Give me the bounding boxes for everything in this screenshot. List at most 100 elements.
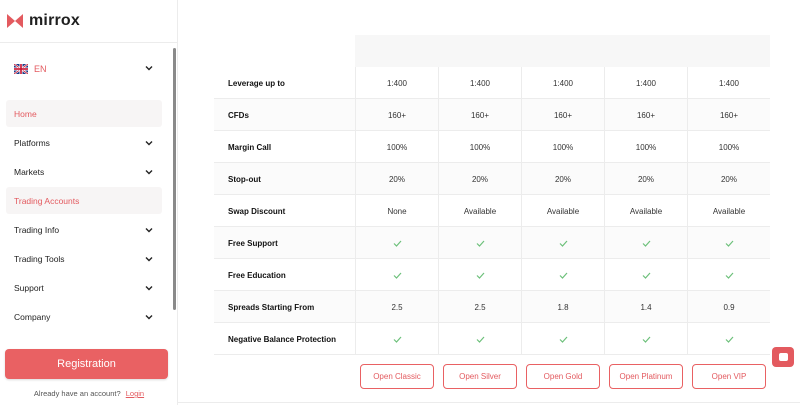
table-header-cell	[355, 35, 438, 67]
login-prompt-text: Already have an account?	[33, 389, 121, 398]
sidebar-item-trading-info[interactable]: Trading Info	[6, 216, 162, 243]
sidebar-item-label: Trading Tools	[14, 253, 65, 264]
chevron-down-icon	[145, 228, 153, 233]
table-header-cell	[687, 35, 770, 67]
table-row: Free Support	[214, 227, 770, 259]
table-cell: Available	[438, 195, 521, 227]
sidebar-item-label: Company	[14, 311, 51, 322]
table-cell: 20%	[604, 163, 687, 195]
table-cell: 1.4	[604, 291, 687, 323]
sidebar-item-label: Platforms	[14, 137, 50, 148]
row-label: Free Education	[228, 270, 286, 280]
chevron-down-icon	[145, 66, 153, 71]
chevron-down-icon	[145, 141, 153, 146]
table-header-cell	[521, 35, 604, 67]
language-selector[interactable]: EN	[14, 60, 154, 78]
sidebar-item-platforms[interactable]: Platforms	[6, 129, 162, 156]
open-silver-button[interactable]: Open Silver	[443, 364, 517, 389]
chevron-down-icon	[145, 170, 153, 175]
table-cell: 160+	[687, 99, 770, 131]
sidebar-item-home[interactable]: Home	[6, 100, 162, 127]
open-platinum-button[interactable]: Open Platinum	[609, 364, 683, 389]
open-classic-button[interactable]: Open Classic	[360, 364, 434, 389]
sidebar-item-label: Trading Info	[14, 224, 60, 235]
table-cell: 1.8	[521, 291, 604, 323]
divider	[0, 42, 178, 43]
table-cell: 20%	[355, 163, 438, 195]
table-header-cell	[438, 35, 521, 67]
table-cell: 160+	[604, 99, 687, 131]
sidebar: mirrox EN Home Platforms Markets Trading…	[0, 0, 178, 405]
check-icon	[355, 323, 438, 355]
table-cell: Available	[687, 195, 770, 227]
mirrox-logo-icon	[7, 14, 23, 28]
table-row: Swap Discount None Available Available Avail…	[214, 195, 770, 227]
row-label: Stop-out	[228, 174, 261, 184]
table-cell: 100%	[604, 131, 687, 163]
check-icon	[438, 259, 521, 291]
check-icon	[438, 323, 521, 355]
sidebar-item-markets[interactable]: Markets	[6, 158, 162, 185]
sidebar-item-company[interactable]: Company	[6, 303, 162, 330]
logo[interactable]: mirrox	[6, 12, 80, 30]
table-cell: 1:400	[521, 67, 604, 99]
table-cell: 100%	[355, 131, 438, 163]
table-cell: 20%	[521, 163, 604, 195]
sidebar-scrollbar[interactable]	[173, 48, 176, 310]
login-prompt-row: Already have an account? Login	[0, 389, 178, 398]
table-cell: 2.5	[355, 291, 438, 323]
registration-button[interactable]: Registration	[5, 349, 168, 379]
table-body: Leverage up to 1:400 1:400 1:400 1:400 1:400 C…	[214, 67, 770, 355]
check-icon	[687, 323, 770, 355]
check-icon	[355, 227, 438, 259]
sidebar-item-label: Trading Accounts	[14, 195, 80, 206]
sidebar-item-label: Markets	[14, 166, 45, 177]
table-cell: 160+	[438, 99, 521, 131]
table-cell: Available	[521, 195, 604, 227]
chevron-down-icon	[145, 286, 153, 291]
table-cell: 20%	[438, 163, 521, 195]
table-row: CFDs 160+ 160+ 160+ 160+ 160+	[214, 99, 770, 131]
check-icon	[604, 259, 687, 291]
check-icon	[687, 227, 770, 259]
table-row: Free Education	[214, 259, 770, 291]
login-link[interactable]: Login	[126, 389, 144, 398]
check-icon	[604, 227, 687, 259]
check-icon	[355, 259, 438, 291]
sidebar-item-label: Home	[14, 108, 37, 119]
divider	[178, 402, 800, 403]
sidebar-item-trading-tools[interactable]: Trading Tools	[6, 245, 162, 272]
logo-text: mirrox	[29, 12, 80, 29]
table-row: Negative Balance Protection	[214, 323, 770, 355]
check-icon	[687, 259, 770, 291]
open-account-buttons: Open Classic Open Silver Open Gold Open …	[214, 364, 770, 390]
accounts-comparison-table: Leverage up to 1:400 1:400 1:400 1:400 1:400 C…	[214, 35, 770, 355]
table-row: Leverage up to 1:400 1:400 1:400 1:400 1:400	[214, 67, 770, 99]
row-label: Swap Discount	[228, 206, 286, 216]
check-icon	[604, 323, 687, 355]
table-row: Margin Call 100% 100% 100% 100% 100%	[214, 131, 770, 163]
sidebar-nav: Home Platforms Markets Trading Accounts …	[6, 100, 162, 332]
open-gold-button[interactable]: Open Gold	[526, 364, 600, 389]
row-label: Margin Call	[228, 142, 272, 152]
table-cell: 1:400	[438, 67, 521, 99]
table-cell: Available	[604, 195, 687, 227]
uk-flag-icon	[14, 64, 28, 74]
table-cell: 0.9	[687, 291, 770, 323]
table-row: Stop-out 20% 20% 20% 20% 20%	[214, 163, 770, 195]
table-cell: 160+	[521, 99, 604, 131]
row-label: Leverage up to	[228, 78, 285, 88]
table-cell: 2.5	[438, 291, 521, 323]
table-cell: 1:400	[355, 67, 438, 99]
language-code: EN	[34, 64, 47, 74]
sidebar-item-trading-accounts[interactable]: Trading Accounts	[6, 187, 162, 214]
table-cell: 1:400	[604, 67, 687, 99]
chat-icon	[778, 353, 788, 361]
chat-button[interactable]	[772, 347, 794, 367]
table-cell: 100%	[438, 131, 521, 163]
open-vip-button[interactable]: Open VIP	[692, 364, 766, 389]
sidebar-item-label: Support	[14, 282, 44, 293]
check-icon	[521, 227, 604, 259]
sidebar-item-support[interactable]: Support	[6, 274, 162, 301]
row-label: Spreads Starting From	[228, 302, 315, 312]
